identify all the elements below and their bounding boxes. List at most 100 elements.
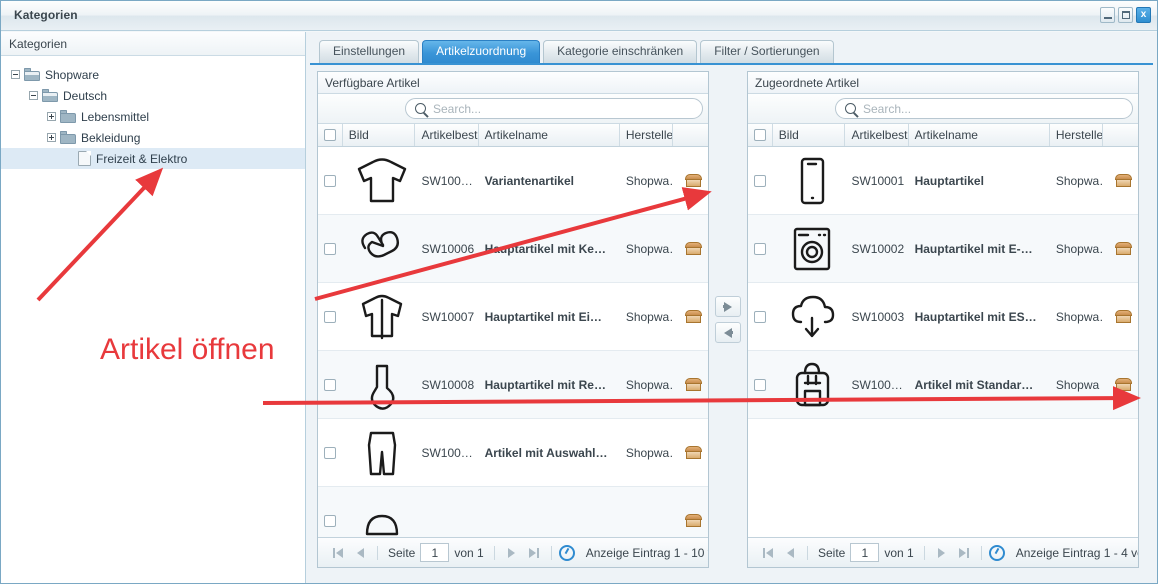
row-checkbox[interactable]: [324, 378, 337, 391]
available-first-page-button[interactable]: [329, 544, 346, 561]
tree-node-label: Lebensmittel: [81, 109, 150, 124]
maximize-button[interactable]: [1118, 7, 1133, 23]
available-select-all-header: [318, 124, 343, 146]
assigned-column-header[interactable]: Bild: [773, 124, 846, 146]
folder-open-icon: [24, 68, 40, 81]
table-row[interactable]: [318, 487, 708, 537]
available-page-total: von 1: [454, 545, 484, 560]
assigned-search-input[interactable]: [861, 100, 1132, 117]
tree-node[interactable]: Lebensmittel: [1, 106, 305, 127]
open-article-icon[interactable]: [685, 174, 703, 187]
pager-divider: [550, 545, 552, 560]
unassign-left-button[interactable]: [715, 322, 741, 343]
available-next-page-button[interactable]: [503, 544, 520, 561]
open-article-icon[interactable]: [685, 446, 703, 459]
row-select-cell: [318, 310, 343, 323]
available-page-input[interactable]: [420, 543, 450, 562]
row-image-cell: [773, 152, 846, 210]
tree-node[interactable]: Deutsch: [1, 85, 305, 106]
tab-kategorie-einschr-nken[interactable]: Kategorie einschränken: [543, 40, 698, 63]
row-checkbox[interactable]: [754, 174, 767, 187]
refresh-icon[interactable]: [558, 544, 575, 561]
row-action-cell: [1103, 242, 1138, 255]
folder-icon: [60, 131, 76, 144]
tab-einstellungen[interactable]: Einstellungen: [319, 40, 420, 63]
row-checkbox[interactable]: [324, 242, 337, 255]
tree-expand-icon[interactable]: [47, 133, 56, 142]
assigned-prev-page-button[interactable]: [782, 544, 799, 561]
assigned-select-all-header: [748, 124, 773, 146]
tab-artikelzuordnung[interactable]: Artikelzuordnung: [422, 40, 541, 63]
available-search-input[interactable]: [431, 100, 702, 117]
assigned-pager: Seite von 1 Anzeige Eintrag 1 - 4 vo: [748, 537, 1138, 567]
table-row[interactable]: SW10007 Hauptartikel mit Ei… Shopwa…: [318, 283, 708, 351]
assigned-page-input[interactable]: [850, 543, 880, 562]
table-row[interactable]: SW100… Variantenartikel Shopwa…: [318, 147, 708, 215]
available-last-page-button[interactable]: [526, 544, 543, 561]
tree-node[interactable]: Shopware: [1, 64, 305, 85]
tree-node[interactable]: Bekleidung: [1, 127, 305, 148]
folder-open-icon: [42, 89, 58, 102]
select-all-checkbox[interactable]: [753, 129, 766, 141]
row-image-cell: [343, 288, 416, 346]
open-article-icon[interactable]: [685, 378, 703, 391]
open-article-icon[interactable]: [1115, 310, 1133, 323]
available-column-header[interactable]: Artikelbeste: [415, 124, 479, 146]
available-column-header[interactable]: Artikelname: [479, 124, 620, 146]
tree-collapse-icon[interactable]: [11, 70, 20, 79]
refresh-icon[interactable]: [988, 544, 1005, 561]
assigned-first-page-button[interactable]: [759, 544, 776, 561]
table-row[interactable]: SW100… Artikel mit Auswahl… Shopwa…: [318, 419, 708, 487]
assigned-last-page-button[interactable]: [956, 544, 973, 561]
row-checkbox[interactable]: [324, 174, 337, 187]
row-action-cell: [673, 514, 708, 527]
row-action-cell: [673, 174, 708, 187]
table-row[interactable]: SW10001 Hauptartikel Shopwa…: [748, 147, 1138, 215]
open-article-icon[interactable]: [1115, 174, 1133, 187]
table-row[interactable]: SW100… Artikel mit Standar… Shopwa: [748, 351, 1138, 419]
row-name-cell: Hauptartikel mit Ke…: [484, 241, 606, 256]
table-row[interactable]: SW10003 Hauptartikel mit ES… Shopwa…: [748, 283, 1138, 351]
row-number-cell: SW100…: [421, 445, 473, 460]
available-column-header[interactable]: Herstellernä: [620, 124, 674, 146]
row-checkbox[interactable]: [754, 378, 767, 391]
row-image-cell: [343, 356, 416, 414]
row-checkbox[interactable]: [324, 310, 337, 323]
close-button[interactable]: x: [1136, 7, 1151, 23]
assigned-column-header[interactable]: Artikelbeste: [845, 124, 909, 146]
available-prev-page-button[interactable]: [352, 544, 369, 561]
row-manufacturer-cell: Shopwa…: [625, 377, 674, 392]
minimize-button[interactable]: [1100, 7, 1115, 23]
row-checkbox[interactable]: [324, 514, 337, 527]
open-article-icon[interactable]: [685, 242, 703, 255]
smartphone-icon: [800, 157, 825, 204]
row-checkbox[interactable]: [754, 242, 767, 255]
window-controls: x: [1100, 7, 1151, 23]
row-action-cell: [1103, 174, 1138, 187]
tree-node[interactable]: Freizeit & Elektro: [1, 148, 305, 169]
available-column-header[interactable]: Bild: [343, 124, 416, 146]
assign-right-button[interactable]: [715, 296, 741, 317]
assigned-search-box[interactable]: [835, 98, 1133, 119]
assigned-column-header[interactable]: Herstellernä: [1050, 124, 1104, 146]
open-article-icon[interactable]: [1115, 378, 1133, 391]
tree-expand-icon[interactable]: [47, 112, 56, 121]
table-row[interactable]: SW10006 Hauptartikel mit Ke… Shopwa…: [318, 215, 708, 283]
select-all-checkbox[interactable]: [323, 129, 336, 141]
available-action-column-header: [673, 124, 708, 146]
tree-collapse-icon[interactable]: [29, 91, 38, 100]
tab-filter-sortierungen[interactable]: Filter / Sortierungen: [700, 40, 834, 63]
open-article-icon[interactable]: [685, 310, 703, 323]
row-name-cell: Hauptartikel mit E-…: [914, 241, 1033, 256]
row-checkbox[interactable]: [324, 446, 337, 459]
folder-icon: [60, 110, 76, 123]
pager-divider: [493, 545, 495, 560]
table-row[interactable]: SW10002 Hauptartikel mit E-… Shopwa…: [748, 215, 1138, 283]
assigned-next-page-button[interactable]: [933, 544, 950, 561]
available-search-box[interactable]: [405, 98, 703, 119]
open-article-icon[interactable]: [1115, 242, 1133, 255]
assigned-column-header[interactable]: Artikelname: [909, 124, 1050, 146]
table-row[interactable]: SW10008 Hauptartikel mit Re… Shopwa…: [318, 351, 708, 419]
row-checkbox[interactable]: [754, 310, 767, 323]
open-article-icon[interactable]: [685, 514, 703, 527]
